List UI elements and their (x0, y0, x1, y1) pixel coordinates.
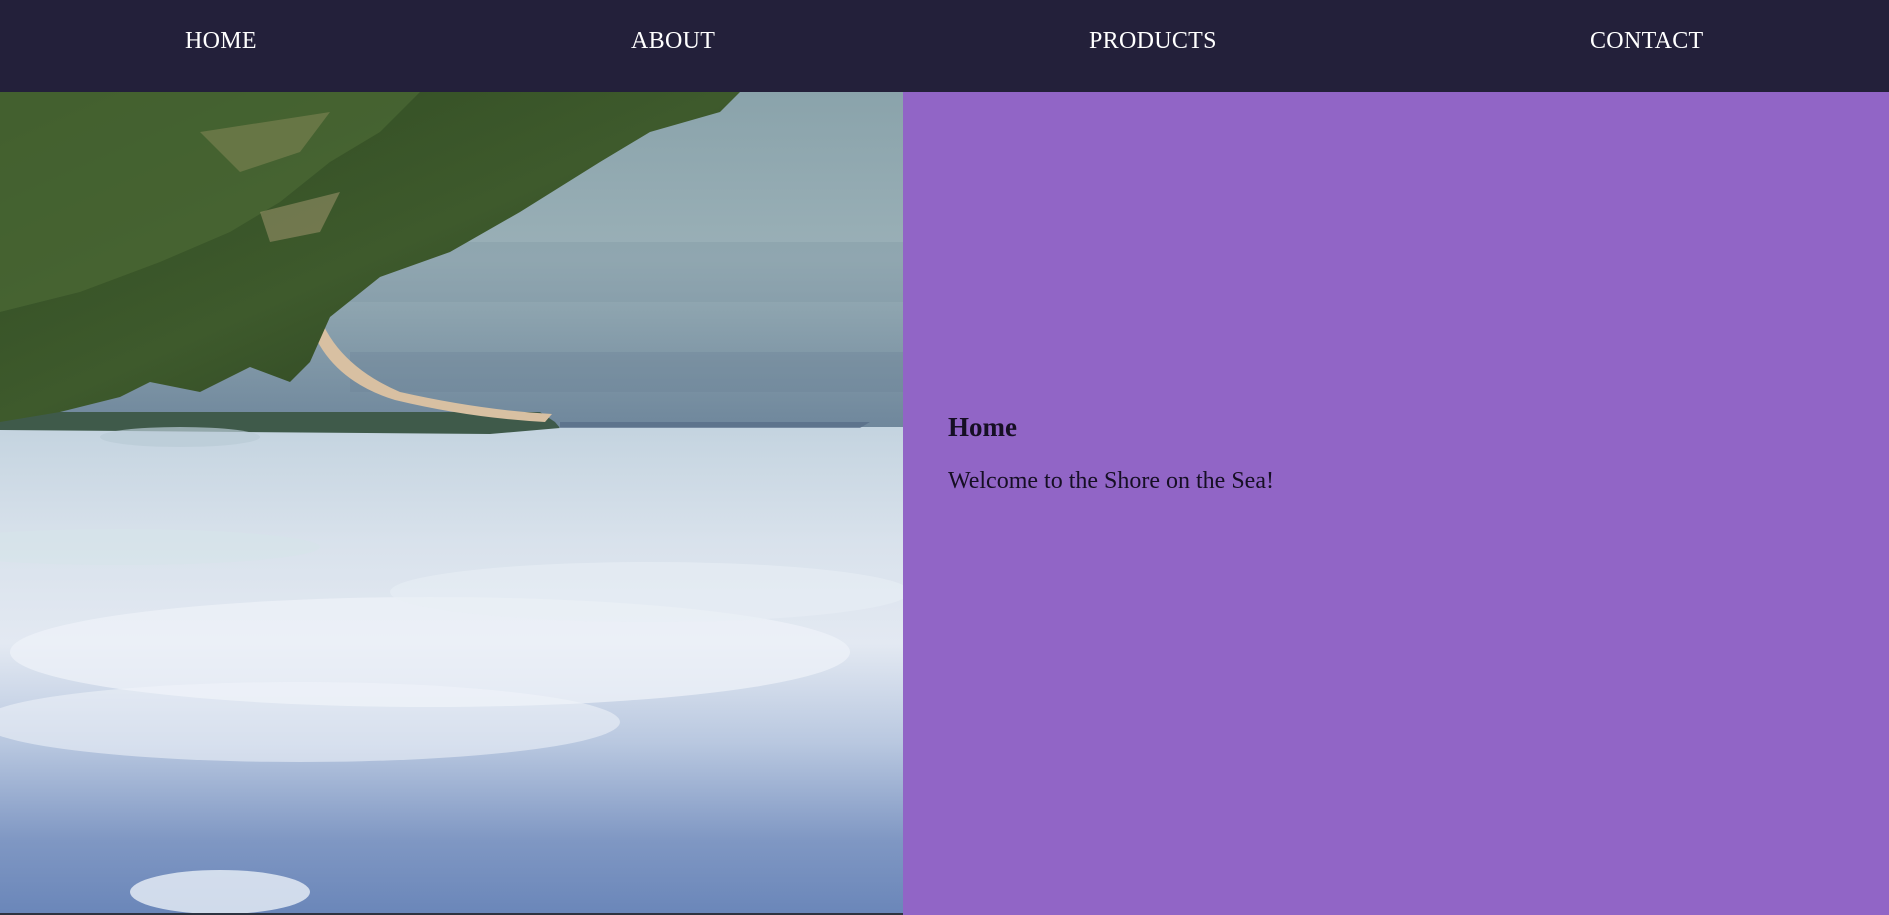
nav-link-about[interactable]: ABOUT (631, 28, 715, 55)
page-heading: Home (948, 412, 1017, 442)
welcome-text: Welcome to the Shore on the Sea! (948, 468, 1274, 494)
hero-shoreline-image (0, 92, 903, 915)
shoreline-photo-graphic (0, 92, 903, 915)
nav-link-home[interactable]: HOME (185, 28, 257, 55)
nav-link-contact[interactable]: CONTACT (1590, 28, 1704, 55)
top-navbar: HOME ABOUT PRODUCTS CONTACT (0, 0, 1889, 92)
content-panel: Home Welcome to the Shore on the Sea! (903, 92, 1889, 915)
nav-link-products[interactable]: PRODUCTS (1089, 28, 1217, 55)
